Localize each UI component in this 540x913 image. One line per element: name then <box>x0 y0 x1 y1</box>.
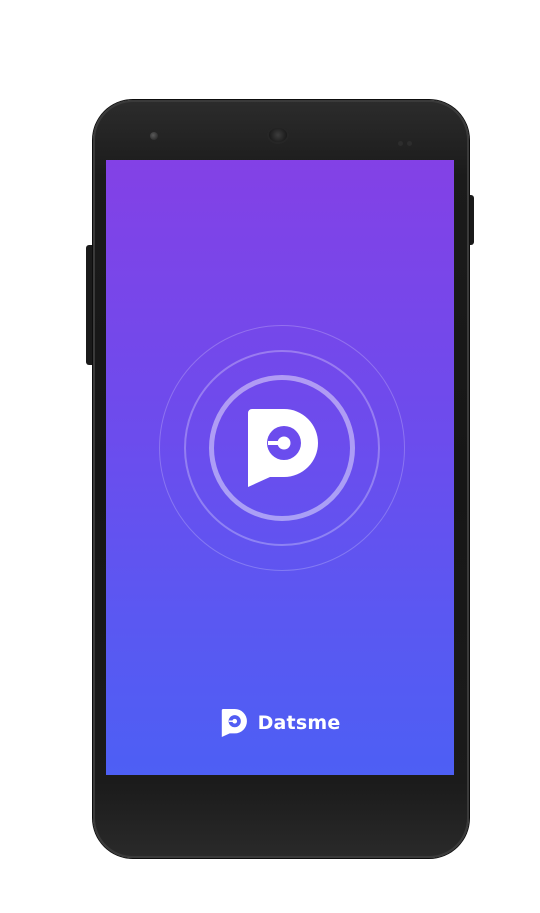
app-name: Datsme <box>257 712 341 734</box>
datsme-logo-icon <box>248 409 318 487</box>
earpiece-speaker <box>269 128 287 142</box>
datsme-logo-small-icon <box>221 709 247 737</box>
phone-frame: Datsme <box>93 100 469 858</box>
front-camera-icon <box>150 132 158 140</box>
brand-lockup: Datsme <box>106 708 454 738</box>
device-mockup: Datsme <box>0 0 540 913</box>
proximity-sensors <box>398 133 418 146</box>
splash-screen: Datsme <box>106 160 454 775</box>
